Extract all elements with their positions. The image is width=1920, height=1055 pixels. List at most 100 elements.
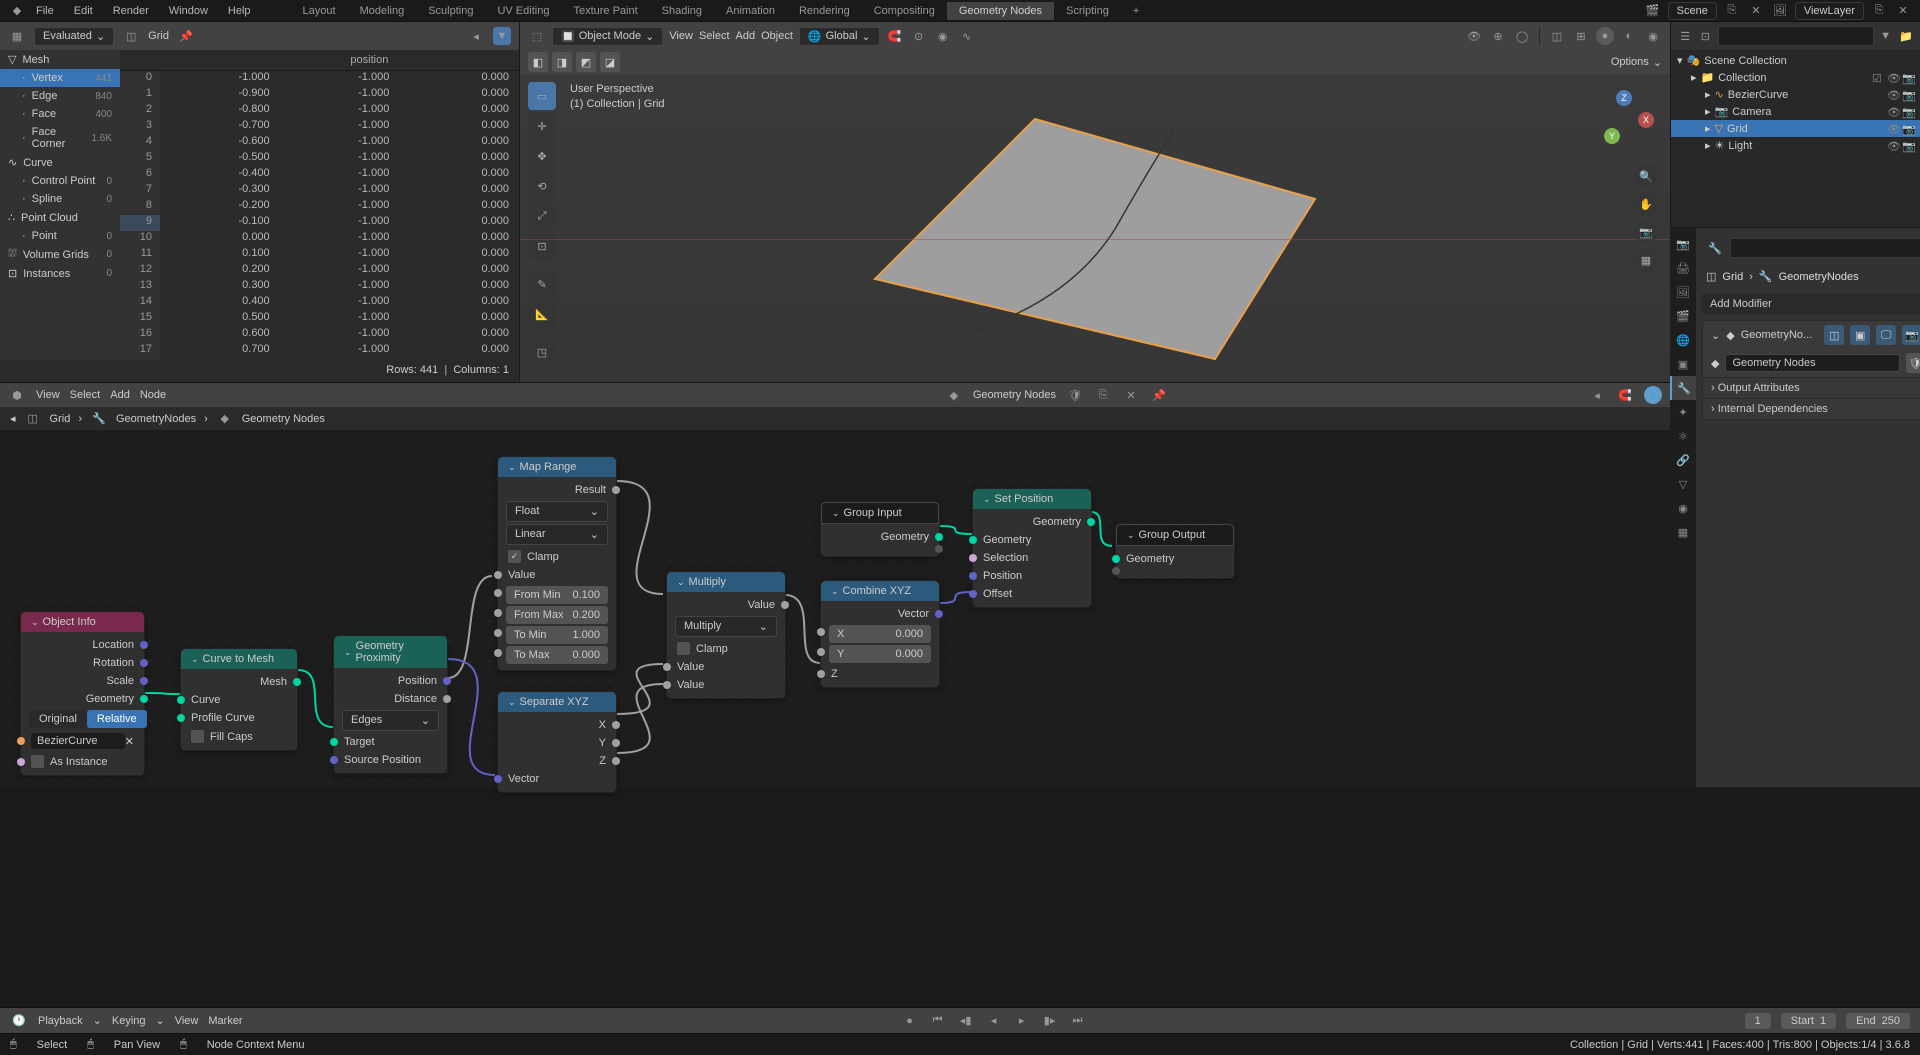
tl-jump-start-icon[interactable]: ⏮ bbox=[929, 1012, 947, 1030]
table-row[interactable]: 1-0.900-1.0000.000 bbox=[120, 87, 519, 103]
tab-render[interactable]: 📷 bbox=[1670, 232, 1696, 256]
mod-toggle-4[interactable]: 📷 bbox=[1902, 325, 1920, 345]
gizmo-y[interactable]: Y bbox=[1604, 128, 1620, 144]
crumb-modifier[interactable]: GeometryNodes bbox=[116, 413, 196, 425]
node-separate-xyz[interactable]: ⌄Separate XYZ X Y Z Vector bbox=[497, 691, 617, 793]
mod-toggle-1[interactable]: ◫ bbox=[1824, 325, 1844, 345]
menu-file[interactable]: File bbox=[26, 2, 64, 20]
vp-menu-add[interactable]: Add bbox=[736, 30, 756, 42]
relative-toggle[interactable]: Relative bbox=[87, 710, 147, 728]
math-clamp-check[interactable] bbox=[677, 642, 690, 655]
viewport-canvas[interactable]: ▭ ✛ ✥ ⟲ ⤢ ⊡ ✎ 📐 ◳ User Perspective bbox=[520, 74, 1670, 404]
tl-marker[interactable]: Marker bbox=[208, 1015, 242, 1027]
tree-item-mesh[interactable]: ▽Mesh bbox=[0, 50, 120, 69]
workspace-rendering[interactable]: Rendering bbox=[787, 2, 862, 20]
table-row[interactable]: 8-0.200-1.0000.000 bbox=[120, 199, 519, 215]
shading-solid-icon[interactable]: ● bbox=[1596, 27, 1614, 45]
end-frame-field[interactable]: End250 bbox=[1846, 1013, 1910, 1029]
filter-icon[interactable]: ▼ bbox=[1878, 27, 1894, 45]
from-min-field[interactable]: From Min0.100 bbox=[506, 586, 608, 604]
table-row[interactable]: 4-0.600-1.0000.000 bbox=[120, 135, 519, 151]
table-row[interactable]: 9-0.100-1.0000.000 bbox=[120, 215, 519, 231]
output-attrs-section[interactable]: › Output Attributes bbox=[1703, 377, 1920, 398]
nodegroup-icon[interactable]: ◆ bbox=[945, 386, 963, 404]
viewlayer-delete-icon[interactable]: ✕ bbox=[1894, 2, 1912, 20]
select-all-icon[interactable]: ◧ bbox=[528, 52, 548, 72]
blender-logo-icon[interactable]: ◆ bbox=[8, 2, 26, 20]
tool-cursor[interactable]: ✛ bbox=[528, 112, 556, 140]
tree-item-point[interactable]: ·Point0 bbox=[0, 227, 120, 245]
tab-modifier[interactable]: 🔧 bbox=[1670, 376, 1696, 400]
node-curve-to-mesh[interactable]: ⌄Curve to Mesh Mesh Curve Profile Curve … bbox=[180, 648, 298, 751]
fillcaps-check[interactable] bbox=[191, 730, 204, 743]
tab-viewlayer[interactable]: 🖼 bbox=[1670, 280, 1696, 304]
outliner-item-beziercurve[interactable]: ▸∿BezierCurve👁📷 bbox=[1671, 86, 1920, 103]
add-workspace[interactable]: + bbox=[1121, 2, 1151, 20]
ne-overlay-icon[interactable]: ◯ bbox=[1644, 386, 1662, 404]
workspace-modeling[interactable]: Modeling bbox=[348, 2, 417, 20]
viewlayer-selector[interactable]: ViewLayer bbox=[1795, 2, 1864, 20]
scene-delete-icon[interactable]: ✕ bbox=[1747, 2, 1765, 20]
autokey-icon[interactable]: ● bbox=[901, 1012, 919, 1030]
node-geom-proximity[interactable]: ⌄Geometry Proximity Position Distance Ed… bbox=[333, 635, 448, 774]
tree-item-face[interactable]: ·Face400 bbox=[0, 105, 120, 123]
tab-physics[interactable]: ⚛ bbox=[1670, 424, 1696, 448]
maprange-type[interactable]: Float⌄ bbox=[506, 501, 608, 522]
table-row[interactable]: 100.000-1.0000.000 bbox=[120, 231, 519, 247]
workspace-compositing[interactable]: Compositing bbox=[862, 2, 947, 20]
viewlayer-new-icon[interactable]: ⎘ bbox=[1870, 2, 1888, 20]
scene-new-icon[interactable]: ⎘ bbox=[1723, 2, 1741, 20]
overlay-icon[interactable]: ◯ bbox=[1513, 27, 1531, 45]
nav-camera-icon[interactable]: 📷 bbox=[1634, 220, 1658, 244]
menu-render[interactable]: Render bbox=[103, 2, 159, 20]
outliner-search[interactable] bbox=[1718, 26, 1874, 46]
tree-item-face-corner[interactable]: ·Face Corner1.6K bbox=[0, 123, 120, 153]
shading-wire-icon[interactable]: ⊞ bbox=[1572, 27, 1590, 45]
table-row[interactable]: 140.400-1.0000.000 bbox=[120, 295, 519, 311]
tool-rotate[interactable]: ⟲ bbox=[528, 172, 556, 200]
tree-item-control-point[interactable]: ·Control Point0 bbox=[0, 172, 120, 190]
snap-target-icon[interactable]: ⊙ bbox=[910, 27, 928, 45]
node-group-input[interactable]: ⌄Group Input Geometry bbox=[820, 501, 940, 557]
mod-toggle-2[interactable]: ▣ bbox=[1850, 325, 1870, 345]
nav-zoom-icon[interactable]: 🔍 bbox=[1634, 164, 1658, 188]
menu-window[interactable]: Window bbox=[159, 2, 218, 20]
scene-selector[interactable]: Scene bbox=[1668, 2, 1717, 20]
gizmo-z[interactable]: Z bbox=[1616, 90, 1632, 106]
vp-menu-object[interactable]: Object bbox=[761, 30, 793, 42]
table-row[interactable]: 150.500-1.0000.000 bbox=[120, 311, 519, 327]
table-row[interactable]: 130.300-1.0000.000 bbox=[120, 279, 519, 295]
viewlayer-icon[interactable]: 🖼 bbox=[1771, 2, 1789, 20]
node-combine-xyz[interactable]: ⌄Combine XYZ Vector X0.000 Y0.000 Z bbox=[820, 580, 940, 688]
arrow-left-icon[interactable]: ◂ bbox=[467, 27, 485, 45]
select-none-icon[interactable]: ◨ bbox=[552, 52, 572, 72]
tl-jump-end-icon[interactable]: ⏭ bbox=[1069, 1012, 1087, 1030]
workspace-uv[interactable]: UV Editing bbox=[485, 2, 561, 20]
ne-arrow-icon[interactable]: ◂ bbox=[1588, 386, 1606, 404]
math-op-select[interactable]: Multiply⌄ bbox=[675, 616, 777, 637]
ne-menu-node[interactable]: Node bbox=[140, 389, 166, 401]
ne-menu-add[interactable]: Add bbox=[110, 389, 130, 401]
tl-playback[interactable]: Playback bbox=[38, 1015, 83, 1027]
tool-addcube[interactable]: ◳ bbox=[528, 338, 556, 366]
workspace-animation[interactable]: Animation bbox=[714, 2, 787, 20]
select-invert-icon[interactable]: ◩ bbox=[576, 52, 596, 72]
workspace-sculpting[interactable]: Sculpting bbox=[416, 2, 485, 20]
shading-matprev-icon[interactable]: ◐ bbox=[1620, 27, 1638, 45]
mod-toggle-3[interactable]: 🖵 bbox=[1876, 325, 1896, 345]
tab-constraints[interactable]: 🔗 bbox=[1670, 448, 1696, 472]
propedit-icon[interactable]: ◉ bbox=[934, 27, 952, 45]
start-frame-field[interactable]: Start1 bbox=[1781, 1013, 1836, 1029]
tool-annotate[interactable]: ✎ bbox=[528, 270, 556, 298]
current-frame-field[interactable]: 1 bbox=[1745, 1013, 1771, 1029]
outliner-editor-icon[interactable]: ☰ bbox=[1677, 27, 1693, 45]
gizmo-toggle-icon[interactable]: ⊕ bbox=[1489, 27, 1507, 45]
tl-keying[interactable]: Keying bbox=[112, 1015, 146, 1027]
nav-pan-icon[interactable]: ✋ bbox=[1634, 192, 1658, 216]
tab-scene[interactable]: 🎬 bbox=[1670, 304, 1696, 328]
maprange-interp[interactable]: Linear⌄ bbox=[506, 524, 608, 545]
tree-item-point-cloud[interactable]: ∴Point Cloud bbox=[0, 208, 120, 227]
tab-object[interactable]: ▣ bbox=[1670, 352, 1696, 376]
tl-play-rev-icon[interactable]: ◂ bbox=[985, 1012, 1003, 1030]
tree-item-spline[interactable]: ·Spline0 bbox=[0, 190, 120, 208]
